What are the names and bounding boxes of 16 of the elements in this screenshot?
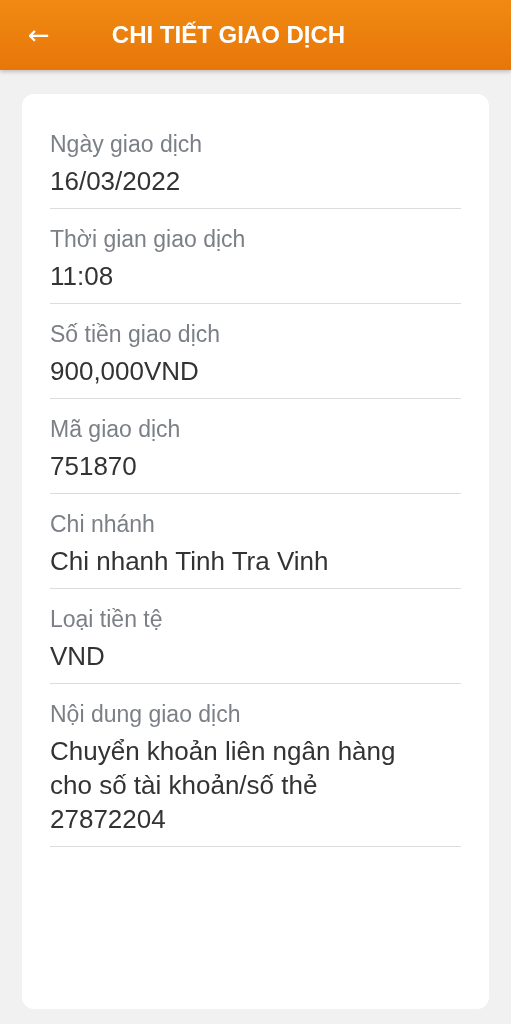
field-label: Thời gian giao dịch (50, 225, 247, 254)
field-value: 11:08 (50, 260, 115, 293)
field-label: Chi nhánh (50, 510, 156, 539)
field-label: Số tiền giao dịch (50, 320, 222, 349)
field-label: Nội dung giao dịch (50, 700, 242, 729)
field-value: Chi nhanh Tinh Tra Vinh (50, 545, 330, 578)
field-value: Chuyển khoản liên ngân hàng cho số tài khoản/số thẻ 27872204 (50, 735, 397, 836)
field-value: 900,000VND (50, 355, 200, 388)
field-label: Ngày giao dịch (50, 130, 204, 159)
back-button[interactable]: ← (18, 15, 60, 55)
field-label: Loại tiền tệ (50, 605, 164, 634)
field-value: VND (50, 640, 106, 673)
screen-title: CHI TIẾT GIAO DỊCH (111, 21, 346, 49)
field-value: 16/03/2022 (50, 165, 182, 198)
field-value: 751870 (50, 450, 138, 483)
field-label: Mã giao dịch (50, 415, 182, 444)
